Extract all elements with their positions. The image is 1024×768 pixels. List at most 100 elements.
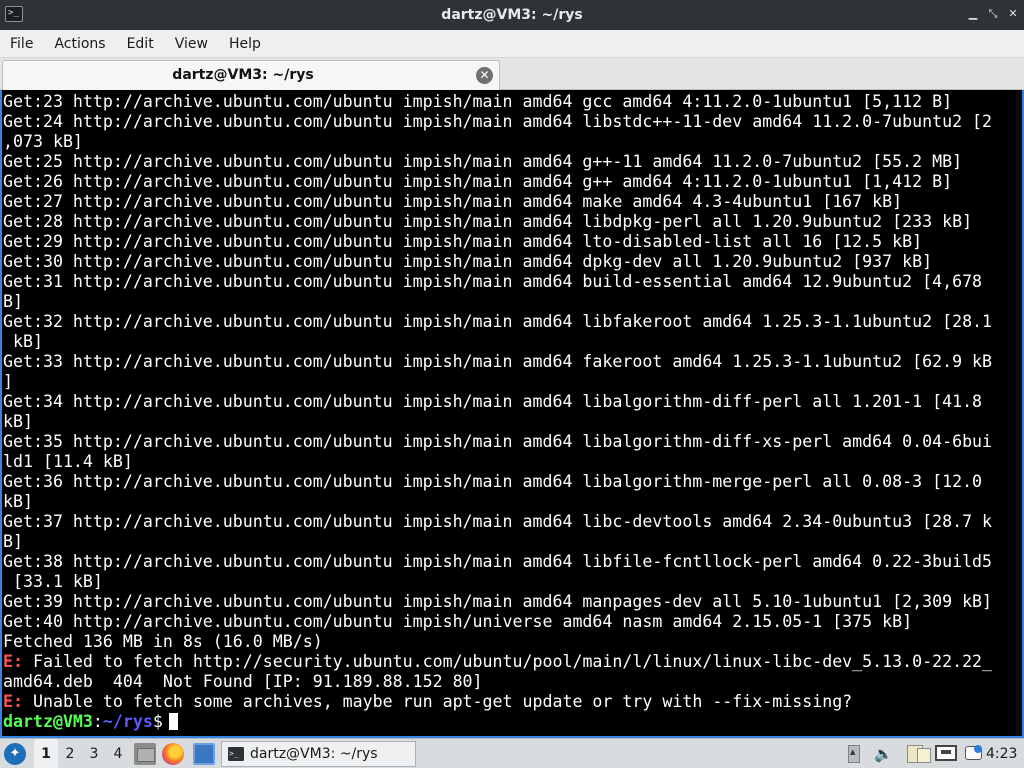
menu-help[interactable]: Help <box>223 30 267 58</box>
line-text: Get:39 http://archive.ubuntu.com/ubuntu … <box>3 592 993 611</box>
terminal-line: ,073 kB] <box>3 132 1003 152</box>
desktop-3[interactable]: 3 <box>82 739 106 768</box>
desktop-1[interactable]: 1 <box>34 739 58 768</box>
terminal-line: Get:26 http://archive.ubuntu.com/ubuntu … <box>3 172 1003 192</box>
minimize-icon[interactable]: ▁ <box>966 7 980 21</box>
terminal-line: Get:28 http://archive.ubuntu.com/ubuntu … <box>3 212 1003 232</box>
line-text: Get:30 http://archive.ubuntu.com/ubuntu … <box>3 252 933 271</box>
terminal-line: Get:38 http://archive.ubuntu.com/ubuntu … <box>3 552 1003 572</box>
line-text: Get:25 http://archive.ubuntu.com/ubuntu … <box>3 152 963 171</box>
terminal-lines: Get:23 http://archive.ubuntu.com/ubuntu … <box>3 92 1003 732</box>
line-text: Failed to fetch http://security.ubuntu.c… <box>22 652 993 671</box>
line-text: Get:38 http://archive.ubuntu.com/ubuntu … <box>3 552 993 571</box>
taskbar-window-label: dartz@VM3: ~/rys <box>250 746 378 762</box>
terminal-line: amd64.deb 404 Not Found [IP: 91.189.88.1… <box>3 672 1003 692</box>
window-title: dartz@VM3: ~/rys <box>441 7 583 23</box>
line-text: Fetched 136 MB in 8s (16.0 MB/s) <box>3 632 323 651</box>
terminal-app-icon[interactable]: >_ <box>5 6 23 22</box>
line-text: kB] <box>3 492 33 511</box>
network-icon[interactable] <box>935 745 957 761</box>
terminal-line: Get:29 http://archive.ubuntu.com/ubuntu … <box>3 232 1003 252</box>
window-titlebar[interactable]: >_ dartz@VM3: ~/rys ▁ ⤡ ✕ <box>0 0 1024 30</box>
file-manager-icon[interactable] <box>134 743 156 765</box>
line-text: Get:26 http://archive.ubuntu.com/ubuntu … <box>3 172 953 191</box>
prompt-separator: : <box>92 712 103 731</box>
terminal-line: Get:32 http://archive.ubuntu.com/ubuntu … <box>3 312 1003 332</box>
terminal-error-line: E: Unable to fetch some archives, maybe … <box>3 692 1003 712</box>
terminal-line: B] <box>3 292 1003 312</box>
volume-icon[interactable]: 🔈 <box>874 745 893 763</box>
terminal-line: Get:36 http://archive.ubuntu.com/ubuntu … <box>3 472 1003 492</box>
line-text: Get:31 http://archive.ubuntu.com/ubuntu … <box>3 272 983 291</box>
terminal-line: Fetched 136 MB in 8s (16.0 MB/s) <box>3 632 1003 652</box>
text-cursor <box>168 713 178 730</box>
line-text: kB] <box>3 332 43 351</box>
terminal-output[interactable]: Get:23 http://archive.ubuntu.com/ubuntu … <box>0 90 1024 738</box>
terminal-line: kB] <box>3 492 1003 512</box>
terminal-scrollbar[interactable] <box>1016 90 1022 736</box>
line-text: [33.1 kB] <box>3 572 103 591</box>
terminal-tab[interactable]: dartz@VM3: ~/rys ✕ <box>2 60 500 90</box>
terminal-line: Get:31 http://archive.ubuntu.com/ubuntu … <box>3 272 1003 292</box>
terminal-line: kB] <box>3 332 1003 352</box>
notifications-icon[interactable] <box>964 745 982 763</box>
terminal-line: kB] <box>3 412 1003 432</box>
error-tag: E: <box>3 692 23 711</box>
line-text: Get:36 http://archive.ubuntu.com/ubuntu … <box>3 472 983 491</box>
terminal-line: Get:34 http://archive.ubuntu.com/ubuntu … <box>3 392 1003 412</box>
terminal-line: Get:39 http://archive.ubuntu.com/ubuntu … <box>3 592 1003 612</box>
prompt-path: ~/rys <box>102 712 153 731</box>
line-text: Get:27 http://archive.ubuntu.com/ubuntu … <box>3 192 903 211</box>
line-text: Get:33 http://archive.ubuntu.com/ubuntu … <box>3 352 993 371</box>
menu-edit[interactable]: Edit <box>121 30 160 58</box>
terminal-line: Get:37 http://archive.ubuntu.com/ubuntu … <box>3 512 1003 532</box>
tray-expand-icon[interactable] <box>848 745 860 763</box>
line-text: ,073 kB] <box>3 132 83 151</box>
line-text: Get:35 http://archive.ubuntu.com/ubuntu … <box>3 432 993 451</box>
line-text: amd64.deb 404 Not Found [IP: 91.189.88.1… <box>3 672 483 691</box>
line-text: Get:32 http://archive.ubuntu.com/ubuntu … <box>3 312 993 331</box>
taskbar-window-button[interactable]: >_ dartz@VM3: ~/rys <box>221 741 416 767</box>
line-text: Get:23 http://archive.ubuntu.com/ubuntu … <box>3 92 953 111</box>
terminal-line: Get:35 http://archive.ubuntu.com/ubuntu … <box>3 432 1003 452</box>
line-text: Get:34 http://archive.ubuntu.com/ubuntu … <box>3 392 983 411</box>
desktop-switcher: 1 2 3 4 <box>34 739 130 768</box>
line-text: ] <box>3 372 13 391</box>
line-text: Get:37 http://archive.ubuntu.com/ubuntu … <box>3 512 993 531</box>
line-text: Get:24 http://archive.ubuntu.com/ubuntu … <box>3 112 993 131</box>
taskbar-clock[interactable]: 4:23 <box>986 739 1022 768</box>
line-text: kB] <box>3 412 33 431</box>
desktop-4[interactable]: 4 <box>106 739 130 768</box>
terminal-error-line: E: Failed to fetch http://security.ubunt… <box>3 652 1003 672</box>
line-text: ld1 [11.4 kB] <box>3 452 133 471</box>
shell-prompt[interactable]: dartz@VM3:~/rys$ <box>3 712 1003 732</box>
terminal-line: Get:25 http://archive.ubuntu.com/ubuntu … <box>3 152 1003 172</box>
tab-bar: dartz@VM3: ~/rys ✕ <box>0 58 1024 90</box>
line-text: Get:28 http://archive.ubuntu.com/ubuntu … <box>3 212 973 231</box>
prompt-user-host: dartz@VM3 <box>3 712 93 731</box>
tab-close-icon[interactable]: ✕ <box>476 67 493 84</box>
menu-file[interactable]: File <box>4 30 39 58</box>
tab-label: dartz@VM3: ~/rys <box>172 67 314 83</box>
menu-view[interactable]: View <box>169 30 214 58</box>
line-text: Get:40 http://archive.ubuntu.com/ubuntu … <box>3 612 913 631</box>
firefox-icon[interactable] <box>162 743 184 765</box>
line-text: B] <box>3 292 23 311</box>
line-text: Unable to fetch some archives, maybe run… <box>22 692 853 711</box>
maximize-icon[interactable]: ⤡ <box>986 7 1000 21</box>
line-text: Get:29 http://archive.ubuntu.com/ubuntu … <box>3 232 923 251</box>
line-text: B] <box>3 532 23 551</box>
show-desktop-icon[interactable] <box>193 743 215 765</box>
terminal-line: ld1 [11.4 kB] <box>3 452 1003 472</box>
terminal-line: Get:24 http://archive.ubuntu.com/ubuntu … <box>3 112 1003 132</box>
terminal-line: ] <box>3 372 1003 392</box>
menu-actions[interactable]: Actions <box>48 30 111 58</box>
terminal-line: Get:40 http://archive.ubuntu.com/ubuntu … <box>3 612 1003 632</box>
close-icon[interactable]: ✕ <box>1006 7 1020 21</box>
error-tag: E: <box>3 652 23 671</box>
terminal-line: Get:23 http://archive.ubuntu.com/ubuntu … <box>3 92 1003 112</box>
prompt-symbol: $ <box>152 712 163 731</box>
desktop-2[interactable]: 2 <box>58 739 82 768</box>
terminal-line: B] <box>3 532 1003 552</box>
start-menu-icon[interactable]: ✦ <box>4 743 26 765</box>
